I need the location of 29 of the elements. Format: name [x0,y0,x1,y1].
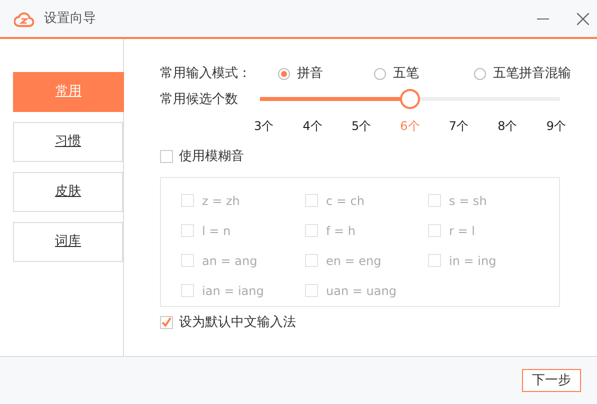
radio-label[interactable]: 五笔 [393,64,419,84]
window-title: 设置向导 [44,10,96,28]
radio-label[interactable]: 拼音 [297,64,323,84]
minimize-icon[interactable] [537,18,549,20]
checkbox[interactable] [160,150,173,164]
sidebar-item[interactable]: 习惯 [13,122,123,162]
slider-thumb[interactable] [400,89,420,110]
sidebar-item[interactable]: 皮肤 [13,172,123,212]
radio-button[interactable] [278,68,290,80]
sidebar-item[interactable]: 常用 [13,72,124,112]
tick-label: 8个 [498,118,518,135]
radio-button[interactable] [374,68,386,80]
radio-label[interactable]: 五笔拼音混输 [493,64,571,84]
close-icon[interactable] [577,12,589,24]
tick-label: 5个 [351,118,372,135]
mode-label: 常用输入模式： [160,65,252,83]
radio-button[interactable] [474,68,486,80]
tick-label: 6个 [400,118,420,135]
checkbox-label[interactable]: 使用模糊音 [179,147,244,166]
tick-label: 3个 [254,118,274,135]
checkbox-label[interactable]: 设为默认中文输入法 [179,312,296,332]
tick-label: 7个 [448,118,469,135]
slider-label: 常用候选个数 [160,90,239,108]
sidebar-item[interactable]: 词库 [13,222,123,262]
next-button[interactable]: 下一步 [522,368,581,392]
tick-label: 9个 [546,118,566,135]
tick-label: 4个 [302,118,322,135]
cloud-logo-icon [14,10,34,26]
checkbox[interactable] [160,316,173,329]
